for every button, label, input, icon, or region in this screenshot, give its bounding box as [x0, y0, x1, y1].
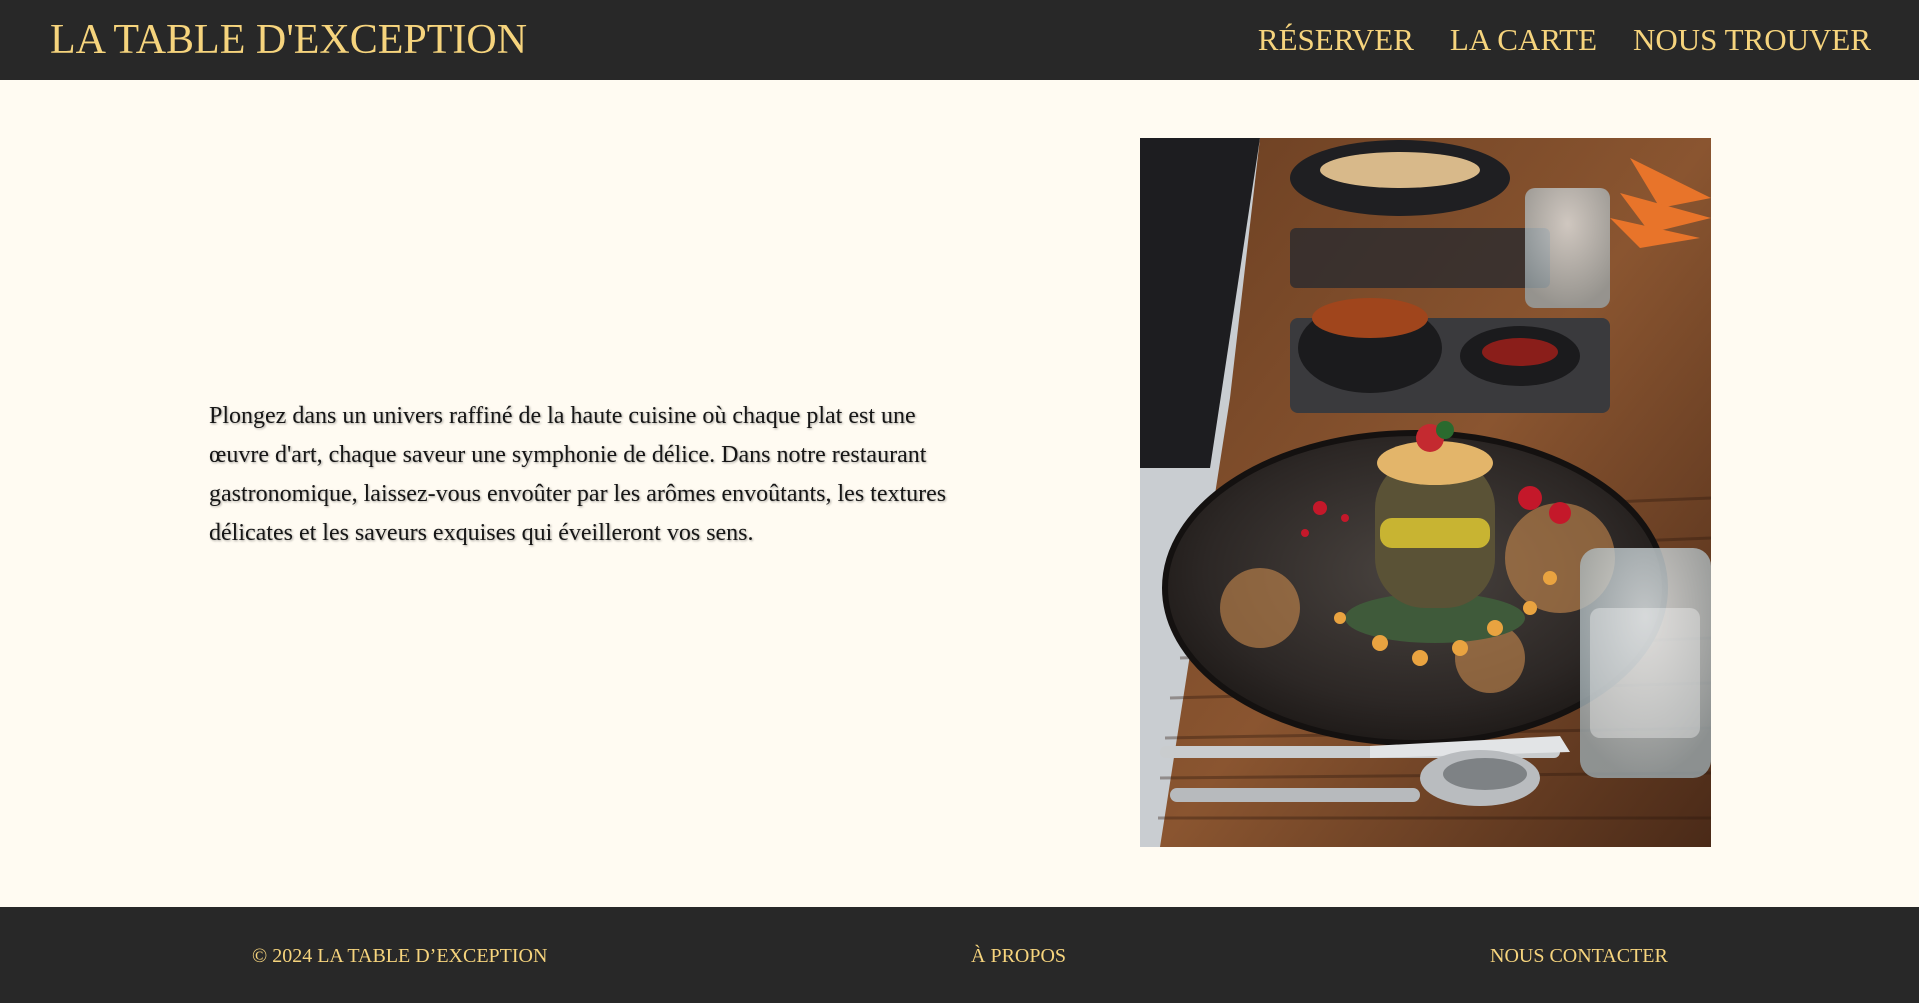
brand-logo[interactable]: LA TABLE D'EXCEPTION — [50, 16, 527, 64]
nav-la-carte[interactable]: LA CARTE — [1450, 22, 1597, 58]
main-content: Plongez dans un univers raffiné de la ha… — [0, 80, 1919, 907]
footer-link-about[interactable]: À PROPOS — [971, 945, 1066, 968]
intro-text: Plongez dans un univers raffiné de la ha… — [209, 403, 947, 546]
site-header: LA TABLE D'EXCEPTION RÉSERVER LA CARTE N… — [0, 0, 1919, 80]
dish-photo — [1140, 138, 1711, 847]
nav-reserver[interactable]: RÉSERVER — [1258, 22, 1414, 58]
plated-dish-illustration — [1140, 138, 1711, 847]
site-footer: © 2024 LA TABLE D’EXCEPTION À PROPOS NOU… — [0, 907, 1919, 1003]
footer-link-contact[interactable]: NOUS CONTACTER — [1490, 945, 1668, 968]
main-nav: RÉSERVER LA CARTE NOUS TROUVER — [1258, 22, 1871, 58]
footer-copyright: © 2024 LA TABLE D’EXCEPTION — [252, 945, 548, 967]
nav-nous-trouver[interactable]: NOUS TROUVER — [1633, 22, 1871, 58]
